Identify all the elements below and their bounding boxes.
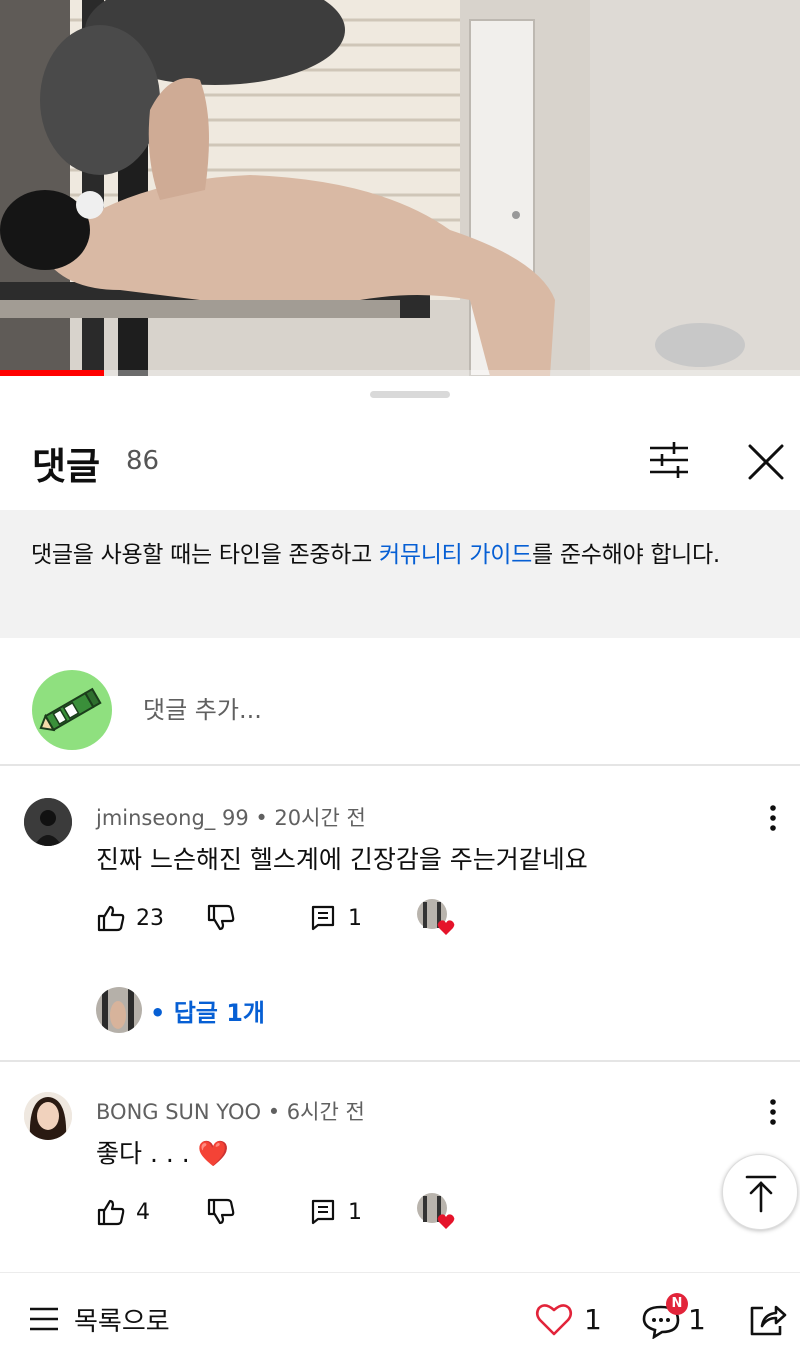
dislike-button[interactable] <box>206 898 236 938</box>
community-guide-notice: 댓글을 사용할 때는 타인을 존중하고 커뮤니티 가이드를 준수해야 합니다. <box>0 510 800 638</box>
back-to-list-label: 목록으로 <box>74 1306 170 1337</box>
more-vert-icon <box>770 805 776 831</box>
drag-handle[interactable] <box>370 391 450 398</box>
close-button[interactable] <box>742 438 790 486</box>
comment-meta: jminseong_ 99 • 20시간 전 <box>96 802 366 832</box>
creator-avatar-icon <box>96 987 142 1033</box>
reply-comment-icon <box>311 905 335 931</box>
add-comment-row[interactable]: 댓글 추가... <box>0 638 800 766</box>
creator-heart-icon <box>417 1193 455 1229</box>
arrow-up-icon <box>745 1175 777 1213</box>
sort-filter-button[interactable] <box>644 438 694 482</box>
post-like-count: 1 <box>584 1302 602 1336</box>
dislike-button[interactable] <box>206 1192 236 1232</box>
comment-author[interactable]: BONG SUN YOO <box>96 1100 261 1124</box>
more-options-button[interactable] <box>760 798 786 838</box>
thumbs-down-icon <box>207 1198 235 1225</box>
like-count: 23 <box>136 905 164 931</box>
add-comment-input[interactable]: 댓글 추가... <box>143 690 262 725</box>
share-icon <box>750 1305 787 1336</box>
reply-count: 1 <box>348 905 362 931</box>
thumbs-up-icon <box>97 1199 125 1226</box>
comments-title: 댓글 <box>32 445 101 488</box>
community-guidelines-link[interactable]: 커뮤니티 가이드 <box>379 542 532 568</box>
avatar <box>32 670 112 750</box>
replies-label[interactable]: • 답글 1개 <box>150 993 265 1028</box>
avatar[interactable] <box>24 1092 72 1140</box>
scroll-to-top-button[interactable] <box>722 1154 798 1230</box>
post-comment-count: 1 <box>688 1302 706 1336</box>
comment-text: 진짜 느슨해진 헬스계에 긴장감을 주는거같네요 <box>96 845 588 874</box>
avatar <box>96 987 142 1033</box>
new-badge: N <box>666 1293 688 1315</box>
pencil-avatar-icon <box>39 687 102 732</box>
hamburger-menu-icon <box>30 1307 58 1331</box>
comment-time: • 20시간 전 <box>255 806 366 830</box>
back-to-list-button[interactable]: 목록으로 <box>28 1299 170 1339</box>
comments-header: 댓글 86 <box>0 416 800 506</box>
user-avatar-icon <box>24 1092 72 1140</box>
creator-heart-icon <box>417 899 455 935</box>
comment-author[interactable]: jminseong_ 99 <box>96 806 249 830</box>
view-replies-button[interactable]: • 답글 1개 <box>96 986 265 1034</box>
video-frame <box>0 0 800 376</box>
heart-outline-icon <box>535 1304 573 1336</box>
comment-actions: 23 1 <box>96 898 596 938</box>
thumbs-up-icon <box>97 905 125 932</box>
user-avatar-icon <box>24 798 72 846</box>
bottom-bar: 목록으로 1 N 1 <box>0 1272 800 1362</box>
reply-count: 1 <box>348 1199 362 1225</box>
more-options-button[interactable] <box>760 1092 786 1132</box>
reply-button[interactable]: 1 <box>310 898 362 938</box>
guide-text-after: 를 준수해야 합니다. <box>532 542 720 568</box>
more-vert-icon <box>770 1099 776 1125</box>
comment-meta: BONG SUN YOO • 6시간 전 <box>96 1096 365 1126</box>
like-post-button[interactable]: 1 <box>534 1297 602 1341</box>
close-icon <box>748 444 784 480</box>
comment-icon-wrap: N <box>640 1293 688 1340</box>
creator-heart-badge <box>416 1192 455 1229</box>
sliders-icon <box>650 442 688 478</box>
comment-item: BONG SUN YOO • 6시간 전 좋다 . . . ❤️ 4 1 <box>0 1092 800 1272</box>
video-player[interactable] <box>0 0 800 376</box>
comment-text: 좋다 . . . ❤️ <box>96 1139 229 1168</box>
share-button[interactable] <box>748 1297 788 1341</box>
like-button[interactable]: 4 <box>96 1192 150 1232</box>
comment-post-button[interactable]: N 1 <box>640 1293 706 1341</box>
like-count: 4 <box>136 1199 150 1225</box>
like-button[interactable]: 23 <box>96 898 164 938</box>
creator-heart-badge <box>416 898 455 935</box>
comments-count: 86 <box>126 446 160 476</box>
thumbs-down-icon <box>207 904 235 931</box>
divider <box>0 1060 800 1062</box>
comment-item: jminseong_ 99 • 20시간 전 진짜 느슨해진 헬스계에 긴장감을… <box>0 798 800 1060</box>
comment-actions: 4 1 <box>96 1192 596 1232</box>
reply-comment-icon <box>311 1199 335 1225</box>
comment-time: • 6시간 전 <box>267 1100 365 1124</box>
guide-text-before: 댓글을 사용할 때는 타인을 존중하고 <box>31 542 379 568</box>
avatar[interactable] <box>24 798 72 846</box>
comments-panel: 댓글 86 댓글을 사용할 때는 타인을 존중하고 커뮤니티 가이드를 준수해야… <box>0 376 800 1272</box>
reply-button[interactable]: 1 <box>310 1192 362 1232</box>
